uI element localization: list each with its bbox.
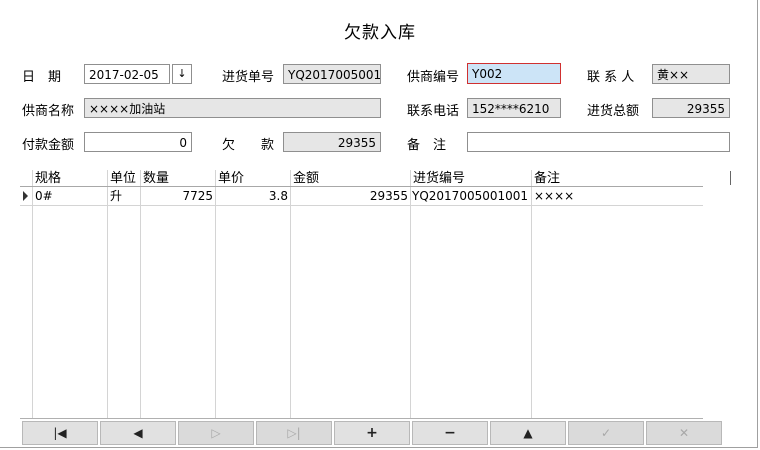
first-record-button[interactable]: |◀ bbox=[22, 421, 98, 445]
close-icon: ✕ bbox=[678, 426, 690, 440]
date-field[interactable]: 2017-02-05 bbox=[84, 64, 170, 84]
column-divider bbox=[107, 170, 141, 418]
phone-field[interactable]: 152****6210 bbox=[467, 98, 561, 118]
page-title: 欠款入库 bbox=[344, 23, 416, 43]
purchase-no-label: 进货单号 bbox=[222, 70, 275, 85]
column-header-remark[interactable]: 备注 bbox=[532, 170, 560, 187]
last-record-button[interactable]: ▷| bbox=[256, 421, 332, 445]
confirm-button[interactable]: ✓ bbox=[568, 421, 644, 445]
next-record-button[interactable]: ▷ bbox=[178, 421, 254, 445]
column-divider bbox=[32, 170, 108, 418]
contact-field[interactable]: 黄×× bbox=[652, 64, 730, 84]
check-icon: ✓ bbox=[600, 426, 612, 440]
supplier-name-label: 供商名称 bbox=[22, 104, 75, 119]
column-header-purchase-no[interactable]: 进货编号 bbox=[411, 170, 465, 187]
delete-record-button[interactable]: − bbox=[412, 421, 488, 445]
table-cell-spec[interactable]: 0# bbox=[35, 188, 53, 205]
total-label: 进货总额 bbox=[587, 104, 640, 119]
supplier-code-label: 供商编号 bbox=[407, 70, 460, 85]
column-header-amount[interactable]: 金额 bbox=[291, 170, 319, 187]
table-cell-price[interactable]: 3.8 bbox=[215, 188, 288, 205]
up-triangle-icon: ▲ bbox=[523, 426, 533, 440]
purchase-no-field[interactable]: YQ2017005001 bbox=[283, 64, 381, 84]
data-grid[interactable]: 规格 单位 数量 单价 金额 进货编号 备注 0# 升 7725 3.8 293… bbox=[20, 170, 703, 419]
table-cell-amount[interactable]: 29355 bbox=[290, 188, 408, 205]
cancel-button[interactable]: ✕ bbox=[646, 421, 722, 445]
column-divider bbox=[290, 170, 411, 418]
supplier-name-field[interactable]: ××××加油站 bbox=[84, 98, 381, 118]
column-divider bbox=[215, 170, 291, 418]
last-icon: ▷| bbox=[287, 426, 301, 440]
paid-label: 付款金额 bbox=[22, 138, 75, 153]
table-cell-remark[interactable]: ×××× bbox=[534, 188, 574, 205]
remark-field[interactable] bbox=[467, 132, 730, 152]
owed-field[interactable]: 29355 bbox=[283, 132, 381, 152]
header-separator bbox=[20, 186, 703, 187]
column-divider bbox=[531, 170, 702, 418]
owed-label: 欠 款 bbox=[222, 138, 275, 153]
column-divider bbox=[140, 170, 216, 418]
prev-record-button[interactable]: ◀ bbox=[100, 421, 176, 445]
minus-icon: − bbox=[444, 425, 456, 441]
chevron-down-icon: ↓ bbox=[177, 67, 187, 80]
column-divider bbox=[410, 170, 532, 418]
plus-icon: + bbox=[366, 425, 378, 441]
column-header-qty[interactable]: 数量 bbox=[141, 170, 169, 187]
column-header-unit[interactable]: 单位 bbox=[108, 170, 136, 187]
first-icon: |◀ bbox=[53, 426, 67, 440]
table-cell-qty[interactable]: 7725 bbox=[140, 188, 213, 205]
supplier-code-field[interactable]: Y002 bbox=[467, 63, 561, 84]
grid-scroll-edge bbox=[730, 171, 731, 185]
row-separator bbox=[20, 205, 703, 206]
add-record-button[interactable]: + bbox=[334, 421, 410, 445]
total-field[interactable]: 29355 bbox=[652, 98, 730, 118]
paid-field[interactable]: 0 bbox=[84, 132, 192, 152]
current-row-pointer-icon bbox=[23, 191, 28, 201]
remark-label: 备 注 bbox=[407, 138, 447, 153]
edit-record-button[interactable]: ▲ bbox=[490, 421, 566, 445]
phone-label: 联系电话 bbox=[407, 104, 460, 119]
date-combo-button[interactable]: ↓ bbox=[172, 64, 192, 84]
table-cell-unit[interactable]: 升 bbox=[110, 188, 122, 205]
date-label: 日 期 bbox=[22, 70, 62, 85]
contact-label: 联 系 人 bbox=[587, 70, 635, 85]
column-header-price[interactable]: 单价 bbox=[216, 170, 244, 187]
next-icon: ▷ bbox=[211, 426, 221, 440]
column-header-spec[interactable]: 规格 bbox=[33, 170, 61, 187]
prev-icon: ◀ bbox=[133, 426, 143, 440]
table-cell-purchase-no[interactable]: YQ2017005001001 bbox=[412, 188, 528, 205]
